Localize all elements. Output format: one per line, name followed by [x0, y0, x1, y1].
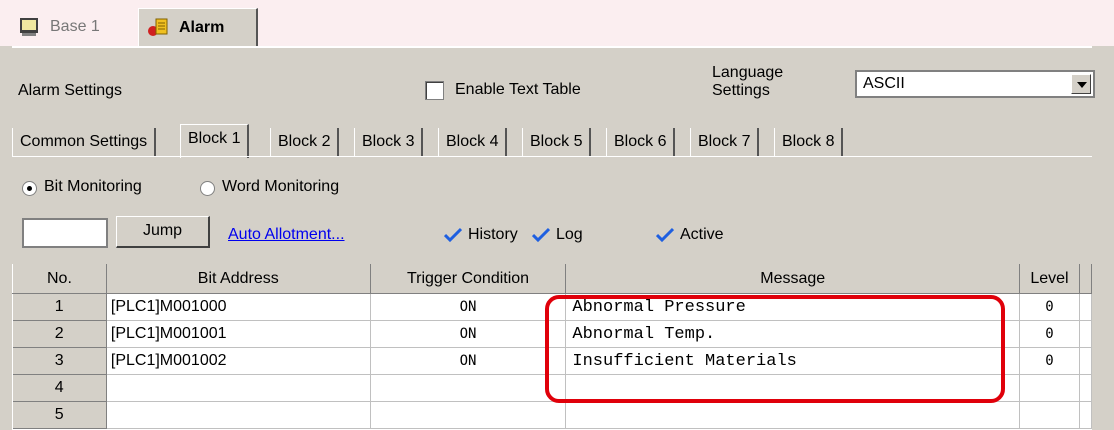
- filler-cell: [1079, 374, 1092, 402]
- tab-label: Block 2: [278, 133, 331, 150]
- jump-input[interactable]: [22, 218, 108, 248]
- bit-address-cell[interactable]: [106, 401, 371, 429]
- bit-address-cell[interactable]: [PLC1]M001002: [106, 347, 371, 375]
- bit-address-cell[interactable]: [PLC1]M001001: [106, 320, 371, 348]
- log-label: Log: [556, 226, 583, 243]
- jump-button[interactable]: Jump: [116, 216, 210, 248]
- header-no[interactable]: No.: [12, 264, 107, 294]
- history-label: History: [468, 226, 518, 243]
- tab-common-settings[interactable]: Common Settings: [12, 128, 157, 156]
- active-toggle[interactable]: Active: [656, 226, 724, 244]
- tab-block-3[interactable]: Block 3: [354, 128, 424, 156]
- row-number: 2: [12, 320, 107, 348]
- checkmark-icon: [444, 227, 462, 243]
- tab-label: Block 8: [782, 133, 835, 150]
- header-message[interactable]: Message: [565, 264, 1021, 294]
- tab-label: Block 3: [362, 133, 415, 150]
- tab-alarm[interactable]: Alarm: [138, 8, 258, 46]
- tab-label: Block 5: [530, 133, 583, 150]
- word-monitoring-radio[interactable]: [200, 181, 215, 196]
- history-toggle[interactable]: History: [444, 226, 518, 244]
- header-trigger-condition[interactable]: Trigger Condition: [369, 264, 567, 294]
- tab-block-7[interactable]: Block 7: [690, 128, 760, 156]
- chevron-down-icon[interactable]: [1071, 74, 1091, 94]
- tab-label: Block 4: [446, 133, 499, 150]
- alarm-settings-label: Alarm Settings: [18, 82, 123, 99]
- row-number: 5: [12, 401, 107, 429]
- enable-text-table-checkbox[interactable]: [425, 81, 444, 100]
- tab-base-1-label: Base 1: [50, 18, 100, 35]
- tab-label: Block 6: [614, 133, 667, 150]
- enable-text-table-label: Enable Text Table: [455, 81, 581, 98]
- tab-block-5[interactable]: Block 5: [522, 128, 592, 156]
- language-select[interactable]: ASCII: [855, 70, 1095, 98]
- tab-alarm-label: Alarm: [179, 18, 225, 36]
- tab-block-4[interactable]: Block 4: [438, 128, 508, 156]
- checkmark-icon: [532, 227, 550, 243]
- trigger-cell[interactable]: ON: [370, 320, 567, 348]
- language-select-value: ASCII: [863, 75, 905, 92]
- filler-cell: [1079, 401, 1092, 429]
- table-header-row: No. Bit Address Trigger Condition Messag…: [12, 264, 1092, 294]
- trigger-cell[interactable]: ON: [370, 293, 567, 321]
- active-label: Active: [680, 226, 724, 243]
- level-cell[interactable]: [1019, 401, 1080, 429]
- filler-cell: [1079, 320, 1092, 348]
- header-filler: [1078, 264, 1092, 294]
- word-monitoring-label: Word Monitoring: [222, 178, 340, 195]
- header-bit-address[interactable]: Bit Address: [105, 264, 371, 294]
- tab-block-6[interactable]: Block 6: [606, 128, 676, 156]
- row-number: 3: [12, 347, 107, 375]
- document-tab-bar: Base 1 Alarm: [0, 0, 1114, 46]
- level-cell[interactable]: [1019, 374, 1080, 402]
- header-level[interactable]: Level: [1019, 264, 1080, 294]
- bit-address-cell[interactable]: [106, 374, 371, 402]
- filler-cell: [1079, 293, 1092, 321]
- log-toggle[interactable]: Log: [532, 226, 583, 244]
- trigger-cell[interactable]: ON: [370, 347, 567, 375]
- tab-block-1[interactable]: Block 1: [180, 124, 250, 158]
- tab-block-2[interactable]: Block 2: [270, 128, 340, 156]
- monitor-icon: [20, 18, 38, 36]
- tab-label: Block 7: [698, 133, 751, 150]
- alarm-settings-bar: Alarm Settings Enable Text Table Languag…: [12, 46, 1095, 124]
- bit-monitoring-label: Bit Monitoring: [44, 178, 142, 195]
- message-cell[interactable]: [565, 401, 1021, 429]
- tab-base-1[interactable]: Base 1: [12, 8, 132, 46]
- tab-label: Common Settings: [20, 133, 148, 150]
- tab-block-8[interactable]: Block 8: [774, 128, 844, 156]
- table-row[interactable]: 5: [12, 401, 1092, 429]
- tab-label: Block 1: [188, 130, 241, 147]
- checkmark-icon: [656, 227, 674, 243]
- tab-divider: [12, 156, 1092, 157]
- language-settings-label: Language Settings: [712, 64, 784, 99]
- alarm-window: Base 1 Alarm Alarm Settings Enable Text …: [0, 0, 1114, 430]
- alarm-icon: [148, 18, 168, 36]
- filler-cell: [1079, 347, 1092, 375]
- bit-monitoring-radio[interactable]: [22, 181, 37, 196]
- level-cell[interactable]: 0: [1019, 293, 1080, 321]
- trigger-cell[interactable]: [370, 374, 567, 402]
- row-number: 4: [12, 374, 107, 402]
- row-number: 1: [12, 293, 107, 321]
- trigger-cell[interactable]: [370, 401, 567, 429]
- level-cell[interactable]: 0: [1019, 347, 1080, 375]
- bit-address-cell[interactable]: [PLC1]M001000: [106, 293, 371, 321]
- level-cell[interactable]: 0: [1019, 320, 1080, 348]
- message-highlight-annotation: [545, 295, 1005, 403]
- auto-allotment-link[interactable]: Auto Allotment...: [228, 226, 345, 244]
